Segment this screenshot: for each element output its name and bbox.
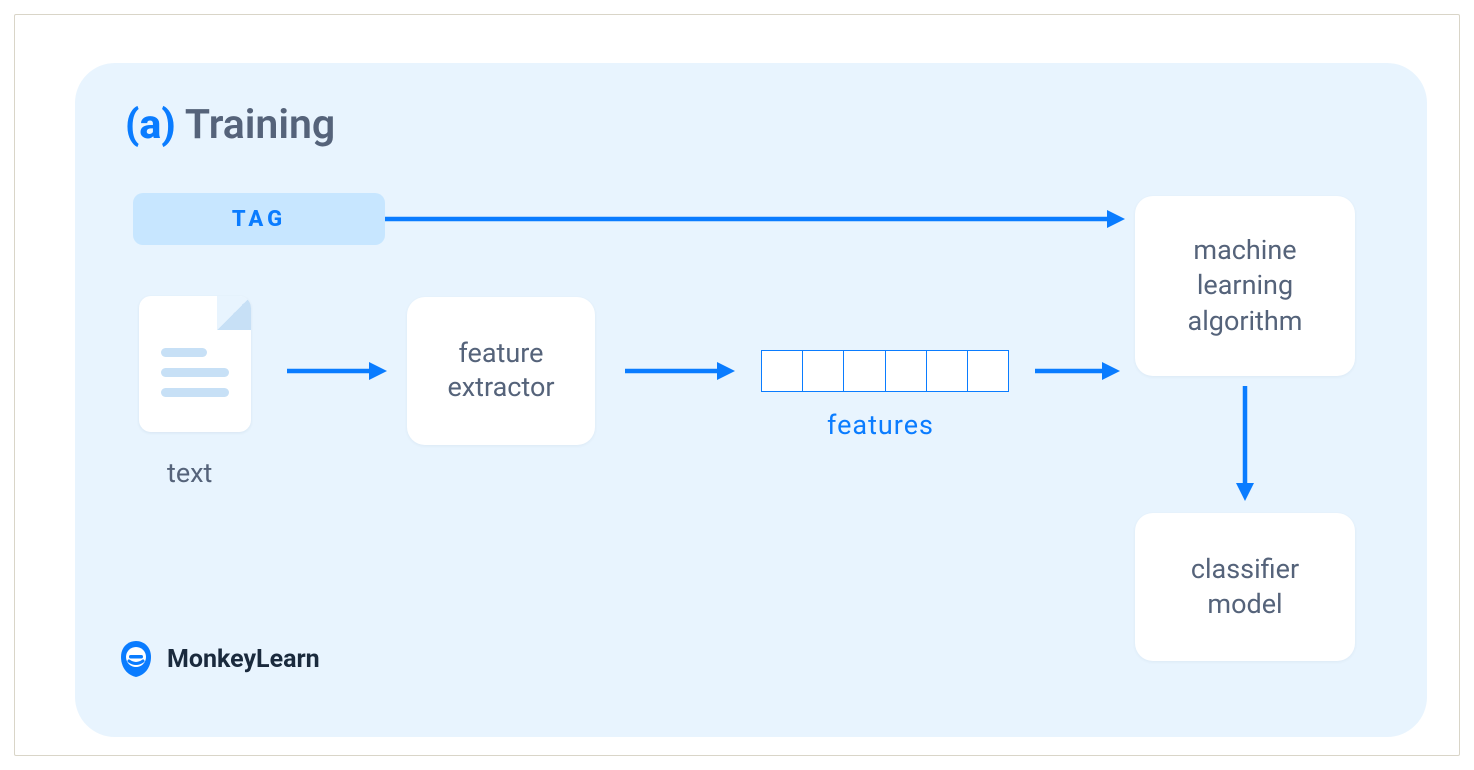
feature-cell [761, 350, 803, 392]
panel-heading: (a) Training [125, 101, 335, 149]
text-input-label: text [167, 457, 212, 489]
diagram-panel: (a) Training TAG text feature extractor [75, 63, 1427, 737]
features-label: features [827, 409, 934, 441]
heading-prefix: (a) [125, 101, 176, 149]
doc-line [161, 368, 229, 377]
feature-cell [844, 350, 885, 392]
monkeylearn-icon [117, 639, 155, 679]
brand-name: MonkeyLearn [167, 645, 320, 674]
document-fold-icon [217, 296, 251, 330]
tag-label: TAG [232, 207, 286, 232]
feature-vector [761, 350, 1009, 392]
ml-algorithm-label: machine learning algorithm [1188, 233, 1303, 338]
ml-algorithm-box: machine learning algorithm [1135, 196, 1355, 376]
brand-logo: MonkeyLearn [117, 639, 320, 679]
classifier-model-box: classifier model [1135, 513, 1355, 661]
outer-frame: (a) Training TAG text feature extractor [14, 14, 1460, 756]
feature-extractor-label: feature extractor [447, 337, 554, 405]
arrow-tag-to-ml [385, 219, 1125, 239]
feature-cell [927, 350, 968, 392]
heading-title: Training [185, 101, 335, 149]
feature-extractor-box: feature extractor [407, 297, 595, 445]
arrow-text-to-extractor [287, 371, 387, 391]
doc-line [161, 348, 207, 357]
document-icon [139, 296, 251, 432]
arrow-features-to-ml [1035, 371, 1120, 391]
feature-cell [803, 350, 844, 392]
arrow-extractor-to-features [625, 371, 735, 391]
arrow-ml-to-classifier [1235, 386, 1255, 501]
doc-line [161, 388, 229, 397]
feature-cell [886, 350, 927, 392]
classifier-model-label: classifier model [1191, 552, 1299, 622]
tag-pill: TAG [133, 193, 385, 245]
feature-cell [968, 350, 1009, 392]
